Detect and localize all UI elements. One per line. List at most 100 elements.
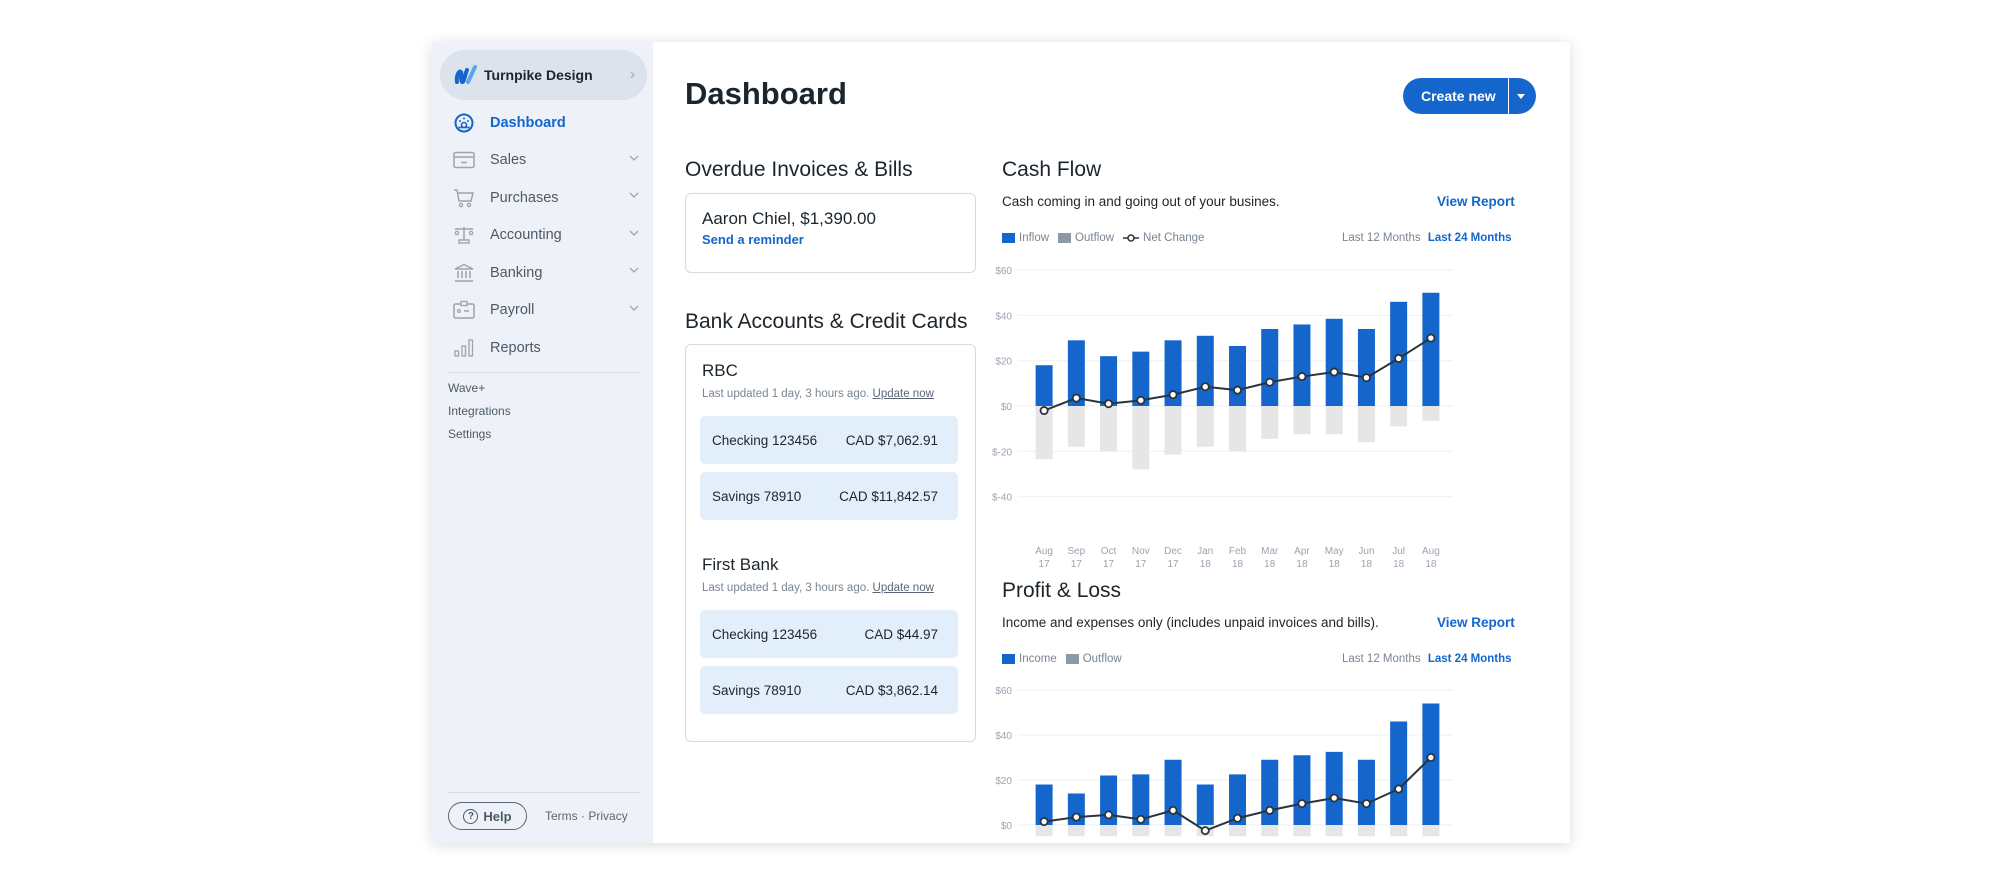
x-tick-label-year: 18 — [1264, 559, 1276, 570]
chevron-down-icon[interactable] — [629, 191, 639, 199]
terms-link[interactable]: Terms — [545, 809, 578, 823]
sidebar-link-wave-plus[interactable]: Wave+ — [448, 381, 485, 395]
cashflow-view-report-link[interactable]: View Report — [1437, 194, 1515, 209]
net-change-point — [1104, 810, 1114, 820]
net-change-point — [1232, 385, 1242, 395]
cart-icon — [452, 187, 476, 209]
net-change-point — [1426, 333, 1436, 343]
privacy-link[interactable]: Privacy — [588, 809, 627, 823]
chevron-down-icon[interactable] — [629, 229, 639, 237]
business-switcher[interactable]: Turnpike Design › — [440, 50, 647, 100]
inflow-bar — [1261, 328, 1279, 406]
x-tick-label-year: 17 — [1103, 559, 1115, 570]
net-change-point — [1168, 390, 1178, 400]
y-tick-label: $40 — [995, 731, 1012, 742]
x-tick-label-month: Oct — [1101, 546, 1117, 557]
legend-swatch — [1002, 654, 1015, 664]
inflow-bar — [1293, 755, 1311, 825]
cashflow-subtitle: Cash coming in and going out of your bus… — [1002, 194, 1280, 209]
legend-label: Outflow — [1082, 653, 1122, 665]
legend-swatch — [1058, 233, 1072, 243]
sidebar-item-purchases[interactable]: Purchases — [432, 179, 653, 217]
account-name: Checking 123456 — [712, 432, 818, 448]
sidebar-item-label: Banking — [490, 264, 543, 281]
inflow-bar — [1261, 759, 1279, 825]
sidebar-item-accounting[interactable]: Accounting — [432, 217, 653, 255]
chevron-down-icon[interactable] — [629, 154, 639, 162]
inflow-bar — [1229, 345, 1246, 406]
cashflow-range-selector: Last 12 Months Last 24 Months — [1342, 232, 1512, 244]
net-change-point — [1297, 372, 1307, 382]
sidebar-link-settings[interactable]: Settings — [448, 427, 491, 441]
bank-icon — [452, 262, 476, 284]
y-tick-label: $-40 — [992, 493, 1012, 504]
sidebar-item-label: Payroll — [490, 302, 535, 319]
scale-icon — [452, 224, 476, 246]
x-tick-label-year: 18 — [1425, 559, 1437, 570]
outflow-bar — [1261, 406, 1279, 439]
create-new-button-group: Create new — [1403, 78, 1536, 114]
legend-label: Income — [1019, 653, 1057, 665]
pnl-view-report-link[interactable]: View Report — [1437, 615, 1515, 630]
net-change-point — [1071, 812, 1081, 822]
update-now-link[interactable]: Update now — [873, 388, 934, 400]
inflow-bar — [1196, 784, 1214, 825]
sidebar-item-payroll[interactable]: Payroll — [432, 292, 653, 330]
range-last-24-months[interactable]: Last 24 Months — [1428, 653, 1512, 665]
create-new-dropdown-toggle[interactable] — [1507, 78, 1536, 114]
range-last-12-months[interactable]: Last 12 Months — [1342, 653, 1421, 665]
legend-swatch — [1065, 654, 1079, 664]
legend-outflow: Outflow — [1058, 232, 1114, 244]
x-tick-label-year: 18 — [1393, 559, 1405, 570]
y-tick-label: $40 — [995, 311, 1012, 322]
net-change-point — [1394, 784, 1404, 794]
app-window: Turnpike Design › Dashboard Sales Purcha… — [432, 42, 1570, 843]
sidebar-item-banking[interactable]: Banking — [432, 254, 653, 292]
sidebar: Turnpike Design › Dashboard Sales Purcha… — [432, 42, 653, 843]
net-change-point — [1200, 382, 1210, 392]
x-tick-label-year: 18 — [1361, 559, 1373, 570]
x-tick-label-year: 18 — [1296, 559, 1308, 570]
x-tick-label-month: Apr — [1294, 546, 1310, 557]
account-name: Savings 78910 — [712, 682, 802, 698]
bank-account-row[interactable]: Checking 123456 CAD $7,062.91 — [700, 416, 958, 464]
sidebar-link-integrations[interactable]: Integrations — [448, 404, 511, 418]
outflow-bar — [1325, 406, 1343, 435]
bank-account-row[interactable]: Savings 78910 CAD $11,842.57 — [700, 472, 958, 520]
net-change-point — [1200, 826, 1210, 836]
range-last-12-months[interactable]: Last 12 Months — [1342, 232, 1421, 244]
business-name: Turnpike Design — [484, 67, 593, 83]
dashboard-icon — [452, 112, 476, 134]
x-tick-label-month: Mar — [1261, 546, 1279, 557]
x-tick-label-year: 17 — [1039, 559, 1051, 570]
send-reminder-link[interactable]: Send a reminder — [702, 232, 804, 247]
help-button[interactable]: ? Help — [448, 802, 527, 830]
net-change-point — [1104, 399, 1114, 409]
sidebar-item-reports[interactable]: Reports — [432, 329, 653, 367]
pnl-subtitle: Income and expenses only (includes unpai… — [1002, 615, 1379, 630]
sidebar-divider — [448, 372, 641, 373]
outflow-bar — [1164, 825, 1182, 837]
bank-account-row[interactable]: Checking 123456 CAD $44.97 — [700, 610, 958, 658]
create-new-button[interactable]: Create new — [1403, 78, 1508, 114]
chevron-down-icon[interactable] — [629, 304, 639, 312]
chevron-down-icon[interactable] — [629, 266, 639, 274]
net-change-point — [1361, 799, 1371, 809]
sidebar-item-label: Dashboard — [490, 114, 566, 131]
last-updated-text: Last updated 1 day, 3 hours ago. — [702, 388, 870, 400]
range-last-24-months[interactable]: Last 24 Months — [1428, 232, 1512, 244]
sidebar-item-sales[interactable]: Sales — [432, 142, 653, 180]
sidebar-item-dashboard[interactable]: Dashboard — [432, 104, 653, 142]
x-tick-label-year: 17 — [1135, 559, 1147, 570]
inflow-bar — [1196, 335, 1214, 406]
sidebar-item-label: Reports — [490, 339, 541, 356]
x-tick-label-year: 18 — [1329, 559, 1341, 570]
sidebar-item-label: Sales — [490, 152, 527, 169]
update-now-link[interactable]: Update now — [873, 582, 934, 594]
x-tick-label-month: Nov — [1132, 546, 1150, 557]
bank-accounts-card: RBC Last updated 1 day, 3 hours ago. Upd… — [685, 344, 976, 742]
sidebar-item-label: Accounting — [490, 227, 562, 244]
pnl-title: Profit & Loss — [1002, 579, 1122, 602]
sidebar-item-label: Purchases — [490, 189, 559, 206]
bank-account-row[interactable]: Savings 78910 CAD $3,862.14 — [700, 666, 958, 714]
